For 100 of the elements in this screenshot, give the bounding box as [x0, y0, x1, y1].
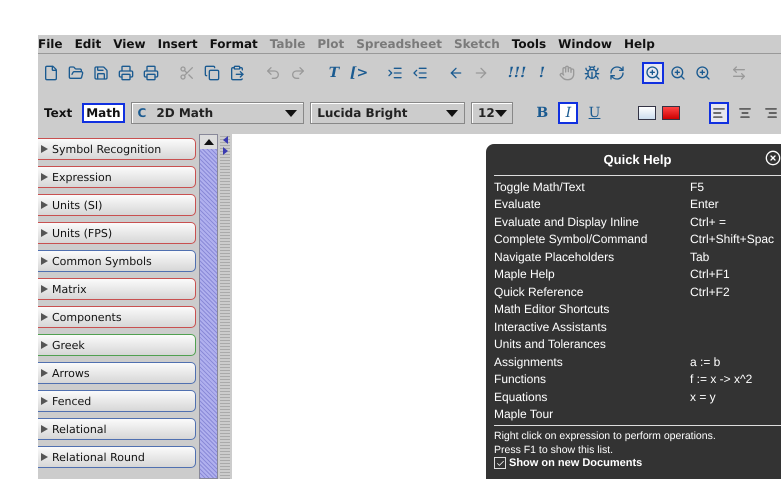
palette-header[interactable]: Units (SI)	[38, 194, 196, 216]
menu-item[interactable]: View	[113, 37, 158, 51]
palette-header[interactable]: Greek	[38, 334, 196, 356]
redo-icon	[290, 65, 306, 81]
help-action[interactable]: Evaluate	[494, 197, 690, 212]
font-dropdown[interactable]: Lucida Bright	[310, 102, 465, 124]
dropdown-arrow-icon	[446, 110, 458, 116]
palette-header[interactable]: Arrows	[38, 362, 196, 384]
align-right-icon	[764, 106, 778, 120]
undo-icon	[265, 65, 281, 81]
help-action[interactable]: Navigate Placeholders	[494, 250, 690, 264]
checkbox-label: Show on new Documents	[509, 457, 642, 469]
align-left-button[interactable]	[708, 102, 729, 124]
align-center-icon	[738, 106, 752, 120]
shortcut-key: F5	[690, 180, 781, 194]
help-action[interactable]: Toggle Math/Text	[494, 180, 690, 194]
dropdown-arrow-icon	[494, 110, 507, 116]
shortcut-key: Tab	[690, 250, 781, 264]
shortcut-key: x = y	[690, 390, 781, 404]
refresh-icon	[609, 65, 625, 81]
dropdown-arrow-icon	[285, 110, 298, 116]
style-dropdown[interactable]: C 2D Math	[130, 102, 304, 124]
help-action[interactable]: Quick Reference	[494, 284, 690, 299]
italic-button[interactable]: I	[558, 102, 578, 124]
help-action[interactable]: Equations	[494, 390, 690, 404]
help-action[interactable]: Evaluate and Display Inline	[494, 214, 690, 229]
right-arrow-icon	[473, 65, 489, 81]
zoom-icon	[670, 65, 686, 81]
toolbar-button[interactable]: [>	[348, 62, 370, 84]
help-action[interactable]: Functions	[494, 372, 690, 386]
printer-icon	[143, 65, 159, 81]
expand-arrow-icon	[41, 453, 48, 461]
palette-header[interactable]: Fenced	[38, 390, 196, 412]
shortcut-key: Ctrl+ =	[690, 214, 781, 229]
palette-header[interactable]: Matrix	[38, 278, 196, 300]
zoom-button[interactable]	[642, 62, 664, 84]
scrollbar[interactable]	[199, 134, 218, 479]
expand-arrow-icon	[41, 257, 48, 265]
help-action[interactable]: Maple Help	[494, 267, 690, 282]
check-icon	[496, 458, 504, 468]
scissors-icon	[179, 65, 195, 81]
expand-arrow-icon	[41, 341, 48, 349]
close-icon[interactable]	[765, 150, 781, 166]
expand-arrow-icon	[41, 369, 48, 377]
shortcut-key: Ctrl+F1	[690, 267, 781, 282]
bug-icon	[584, 65, 600, 81]
panel-title: Quick Help	[494, 144, 781, 176]
menu-item[interactable]: Help	[624, 37, 667, 51]
help-action[interactable]: Assignments	[494, 354, 690, 369]
palette-header[interactable]: Common Symbols	[38, 250, 196, 272]
swap-icon	[731, 65, 747, 81]
help-action[interactable]: Units and Tolerances	[494, 337, 690, 352]
folder-icon	[68, 65, 84, 81]
help-note: Press F1 to show this list.	[494, 443, 614, 457]
highlight-color-button[interactable]	[662, 106, 680, 120]
help-action[interactable]: Interactive Assistants	[494, 320, 690, 334]
underline-button[interactable]: U	[584, 102, 605, 124]
text-color-button[interactable]	[638, 106, 656, 120]
checkbox[interactable]	[494, 457, 506, 469]
mode-toggle[interactable]: Math	[82, 103, 125, 123]
shortcut-key: a := b	[690, 354, 781, 369]
palette-header[interactable]: Expression	[38, 166, 196, 188]
palette-header[interactable]: Units (FPS)	[38, 222, 196, 244]
bold-button[interactable]: B	[532, 102, 552, 124]
printer-icon	[118, 65, 134, 81]
expand-arrow-icon	[41, 145, 48, 153]
new-file-icon	[43, 65, 59, 81]
expand-arrow-icon	[41, 173, 48, 181]
palette-header[interactable]: Relational	[38, 418, 196, 440]
palette-header[interactable]: Symbol Recognition	[38, 138, 196, 160]
document-area[interactable]	[232, 134, 781, 479]
menu-item[interactable]: Window	[558, 37, 624, 51]
help-action[interactable]: Complete Symbol/Command	[494, 232, 690, 246]
mode-toggle[interactable]: Text	[40, 103, 76, 123]
zoom-icon	[695, 65, 711, 81]
outdent-icon	[412, 65, 428, 81]
menu-item[interactable]: File	[38, 37, 75, 51]
expand-arrow-icon	[41, 425, 48, 433]
toolbar-button[interactable]: !	[531, 62, 553, 84]
expand-arrow-icon	[41, 313, 48, 321]
palette-header[interactable]: Relational Round	[38, 446, 196, 468]
menu-item[interactable]: Format	[210, 37, 270, 51]
help-action[interactable]: Maple Tour	[494, 407, 690, 422]
toolbar-button[interactable]: !!!	[506, 62, 528, 84]
shortcut-key: Ctrl+F2	[690, 284, 781, 299]
indent-icon	[387, 65, 403, 81]
help-action[interactable]: Math Editor Shortcuts	[494, 302, 690, 316]
left-arrow-icon	[448, 65, 464, 81]
shortcut-key: Enter	[690, 197, 781, 212]
palette-header[interactable]: Components	[38, 306, 196, 328]
size-dropdown[interactable]: 12	[471, 102, 513, 124]
toolbar-button[interactable]: T	[323, 62, 345, 84]
scroll-up-button[interactable]	[200, 135, 217, 149]
save-icon	[93, 65, 109, 81]
menu-item[interactable]: Insert	[158, 37, 210, 51]
paste-icon	[229, 65, 245, 81]
expand-arrow-icon	[41, 285, 48, 293]
menu-item[interactable]: Edit	[74, 37, 114, 51]
menu-item[interactable]: Tools	[512, 37, 558, 51]
copy-icon	[204, 65, 220, 81]
